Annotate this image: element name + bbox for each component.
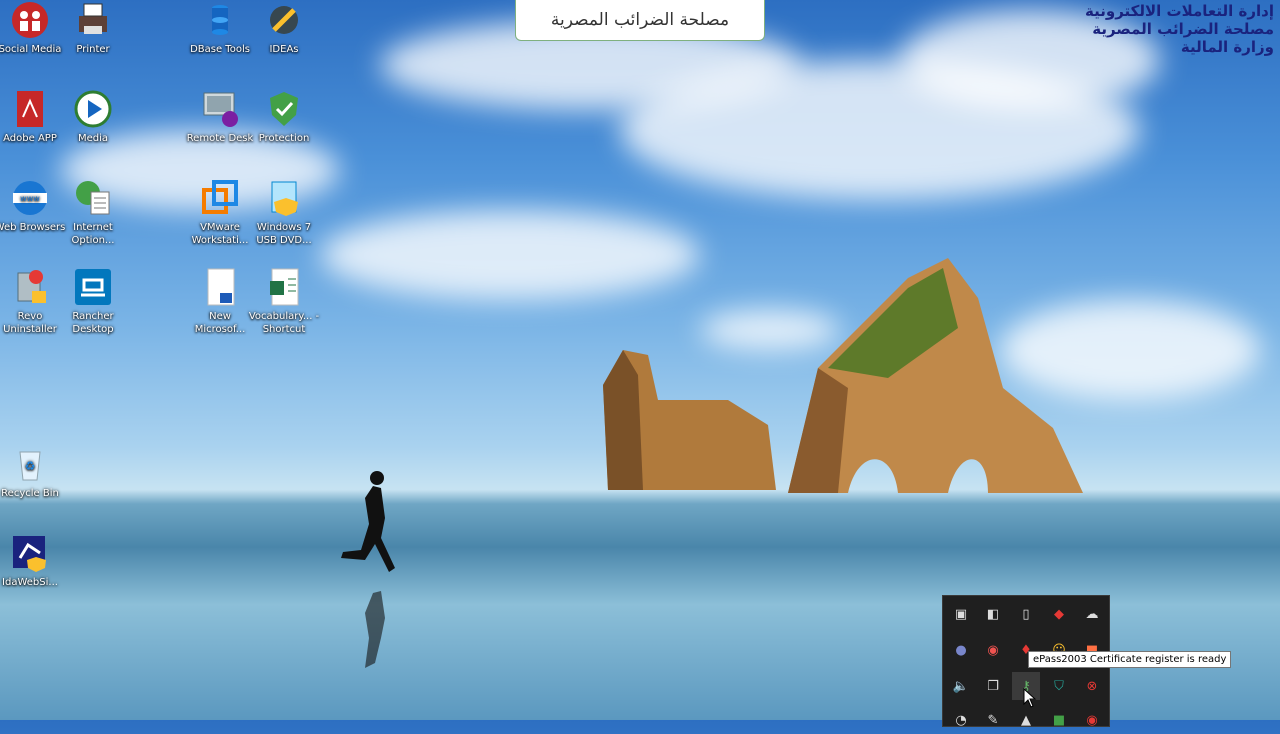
tray-misc-icon-1[interactable]: ◔ xyxy=(947,706,975,734)
desktop-icon-new-microsoft-word[interactable]: New Microsof... xyxy=(183,267,257,336)
rancher-icon xyxy=(73,267,113,307)
tray-camera-icon[interactable]: ▣ xyxy=(947,600,975,628)
desktop-icon-label: Media xyxy=(77,133,109,144)
desktop-icon-protection[interactable]: Protection xyxy=(247,89,321,145)
desktop-icon-label: New Microsof... xyxy=(194,311,246,335)
desktop-icon-label: DBase Tools xyxy=(190,44,250,55)
shield-icon xyxy=(264,89,304,129)
excel-document-icon xyxy=(264,267,304,307)
desktop-icon-vmware[interactable]: VMware Workstati... xyxy=(183,178,257,247)
tray-teams-icon[interactable]: ● xyxy=(947,636,975,664)
www-globe-icon: www xyxy=(10,178,50,218)
desktop-icon-ida-web[interactable]: IdaWebSi... xyxy=(0,533,67,589)
desktop-icon-ideas[interactable]: IDEAs xyxy=(247,0,321,56)
database-icon xyxy=(200,0,240,40)
word-document-icon xyxy=(200,267,240,307)
tray-misc-icon-2[interactable]: ✎ xyxy=(979,706,1007,734)
desktop-icon-printer[interactable]: Printer xyxy=(56,0,130,56)
desktop-icon-label: IDEAs xyxy=(269,44,299,55)
mouse-cursor-icon xyxy=(1023,688,1037,708)
desktop-icon-label: Windows 7 USB DVD... xyxy=(256,222,312,246)
desktop-icon-label: Remote Desk xyxy=(186,133,254,144)
desktop-icon-rancher-desktop[interactable]: Rancher Desktop xyxy=(56,267,130,336)
desktop-icon-label: Printer xyxy=(76,44,110,55)
desktop-icon-usb-dvd-tool[interactable]: Windows 7 USB DVD... xyxy=(247,178,321,247)
printer-icon xyxy=(73,0,113,40)
desktop-icon-label: Internet Option... xyxy=(71,222,115,246)
tray-tooltip: ePass2003 Certificate register is ready xyxy=(1028,651,1232,668)
tray-volume-icon[interactable]: 🔈 xyxy=(947,672,975,700)
desktop-icon-internet-options[interactable]: Internet Option... xyxy=(56,178,130,247)
vmware-icon xyxy=(200,178,240,218)
desktop-icon-label: Protection xyxy=(258,133,310,144)
tray-shield-icon[interactable]: ⛉ xyxy=(1045,672,1073,700)
tray-window-icon[interactable]: ❐ xyxy=(979,672,1007,700)
ida-web-icon xyxy=(10,533,50,573)
desktop-icon-label: Recycle Bin xyxy=(1,488,59,499)
internet-options-icon xyxy=(73,178,113,218)
tray-stop-icon[interactable]: ⊗ xyxy=(1078,672,1106,700)
runner-silhouette xyxy=(341,471,395,668)
desktop-icon-label: Rancher Desktop xyxy=(72,311,114,335)
logo-line-3: وزارة المالية xyxy=(1180,38,1274,56)
svg-text:www: www xyxy=(20,194,40,203)
organization-logo: إدارة التعاملات الالكترونية مصلحة الضرائ… xyxy=(1085,2,1274,56)
desktop-icon-label: VMware Workstati... xyxy=(191,222,249,246)
usb-dvd-tool-icon xyxy=(264,178,304,218)
adobe-pdf-icon xyxy=(10,89,50,129)
desktop-icon-label: Vocabulary... - Shortcut xyxy=(248,311,320,335)
tray-usb-drive-icon[interactable]: ▯ xyxy=(1012,600,1040,628)
tray-misc-icon-3[interactable]: ▲ xyxy=(1012,706,1040,734)
tray-screen-share-icon[interactable]: ◧ xyxy=(979,600,1007,628)
media-player-icon xyxy=(73,89,113,129)
desktop-icon-label: IdaWebSi... xyxy=(2,577,58,588)
desktop-icon-media[interactable]: Media xyxy=(56,89,130,145)
recycle-bin-icon: ♻ xyxy=(10,444,50,484)
social-media-icon xyxy=(10,0,50,40)
desktop-icon-vocabulary-shortcut[interactable]: Vocabulary... - Shortcut xyxy=(247,267,321,336)
tray-misc-icon-5[interactable]: ◉ xyxy=(1078,706,1106,734)
logo-line-2: مصلحة الضرائب المصرية xyxy=(1092,20,1274,38)
tray-recorder-icon[interactable]: ◉ xyxy=(979,636,1007,664)
tray-red-arrow-icon[interactable]: ◆ xyxy=(1045,600,1073,628)
title-banner: مصلحة الضرائب المصرية xyxy=(515,0,765,41)
svg-text:♻: ♻ xyxy=(25,459,36,473)
ideas-icon xyxy=(264,0,304,40)
rock-left xyxy=(603,350,776,490)
tray-cloud-icon[interactable]: ☁ xyxy=(1078,600,1106,628)
desktop-icon-recycle-bin[interactable]: ♻ Recycle Bin xyxy=(0,444,67,500)
rock-arch xyxy=(788,258,1083,493)
desktop-icon-remote-desk[interactable]: Remote Desk xyxy=(183,89,257,145)
uninstaller-icon xyxy=(10,267,50,307)
remote-desktop-icon xyxy=(200,89,240,129)
tray-misc-icon-4[interactable]: ■ xyxy=(1045,706,1073,734)
desktop-icon-dbase-tools[interactable]: DBase Tools xyxy=(183,0,257,56)
logo-line-1: إدارة التعاملات الالكترونية xyxy=(1085,2,1274,20)
